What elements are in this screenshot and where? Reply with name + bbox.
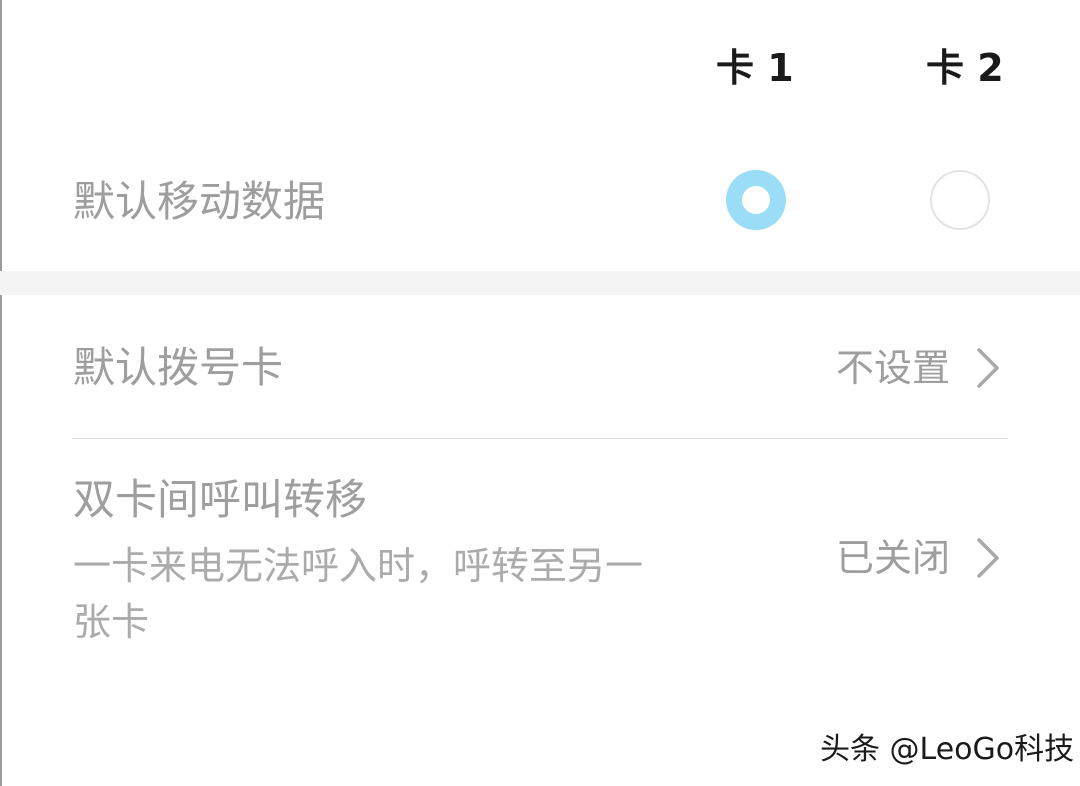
default-dial-card-label: 默认拨号卡 xyxy=(73,343,284,392)
watermark: 头条 @LeoGo科技 xyxy=(820,732,1075,767)
sim2-column-header: 卡 2 xyxy=(926,46,1004,90)
section-divider xyxy=(0,271,1080,295)
sim1-column-header: 卡 1 xyxy=(716,46,794,90)
default-mobile-data-label: 默认移动数据 xyxy=(73,177,326,226)
call-forwarding-title: 双卡间呼叫转移 xyxy=(73,475,368,524)
chevron-right-icon xyxy=(974,536,1002,580)
default-data-sim2-radio[interactable] xyxy=(930,170,990,230)
dual-sim-settings-page: 卡 1 卡 2 默认移动数据 默认拨号卡 不设置 双卡间呼叫转移 一卡来电无法呼… xyxy=(0,0,1080,786)
call-forwarding-value: 已关闭 xyxy=(836,536,951,580)
default-dial-card-value: 不设置 xyxy=(836,346,951,390)
call-forwarding-description: 一卡来电无法呼入时，呼转至另一张卡 xyxy=(73,544,644,644)
row-divider xyxy=(72,438,1008,439)
chevron-right-icon xyxy=(974,346,1002,390)
default-data-sim1-radio[interactable] xyxy=(726,170,786,230)
window-edge xyxy=(0,0,2,786)
